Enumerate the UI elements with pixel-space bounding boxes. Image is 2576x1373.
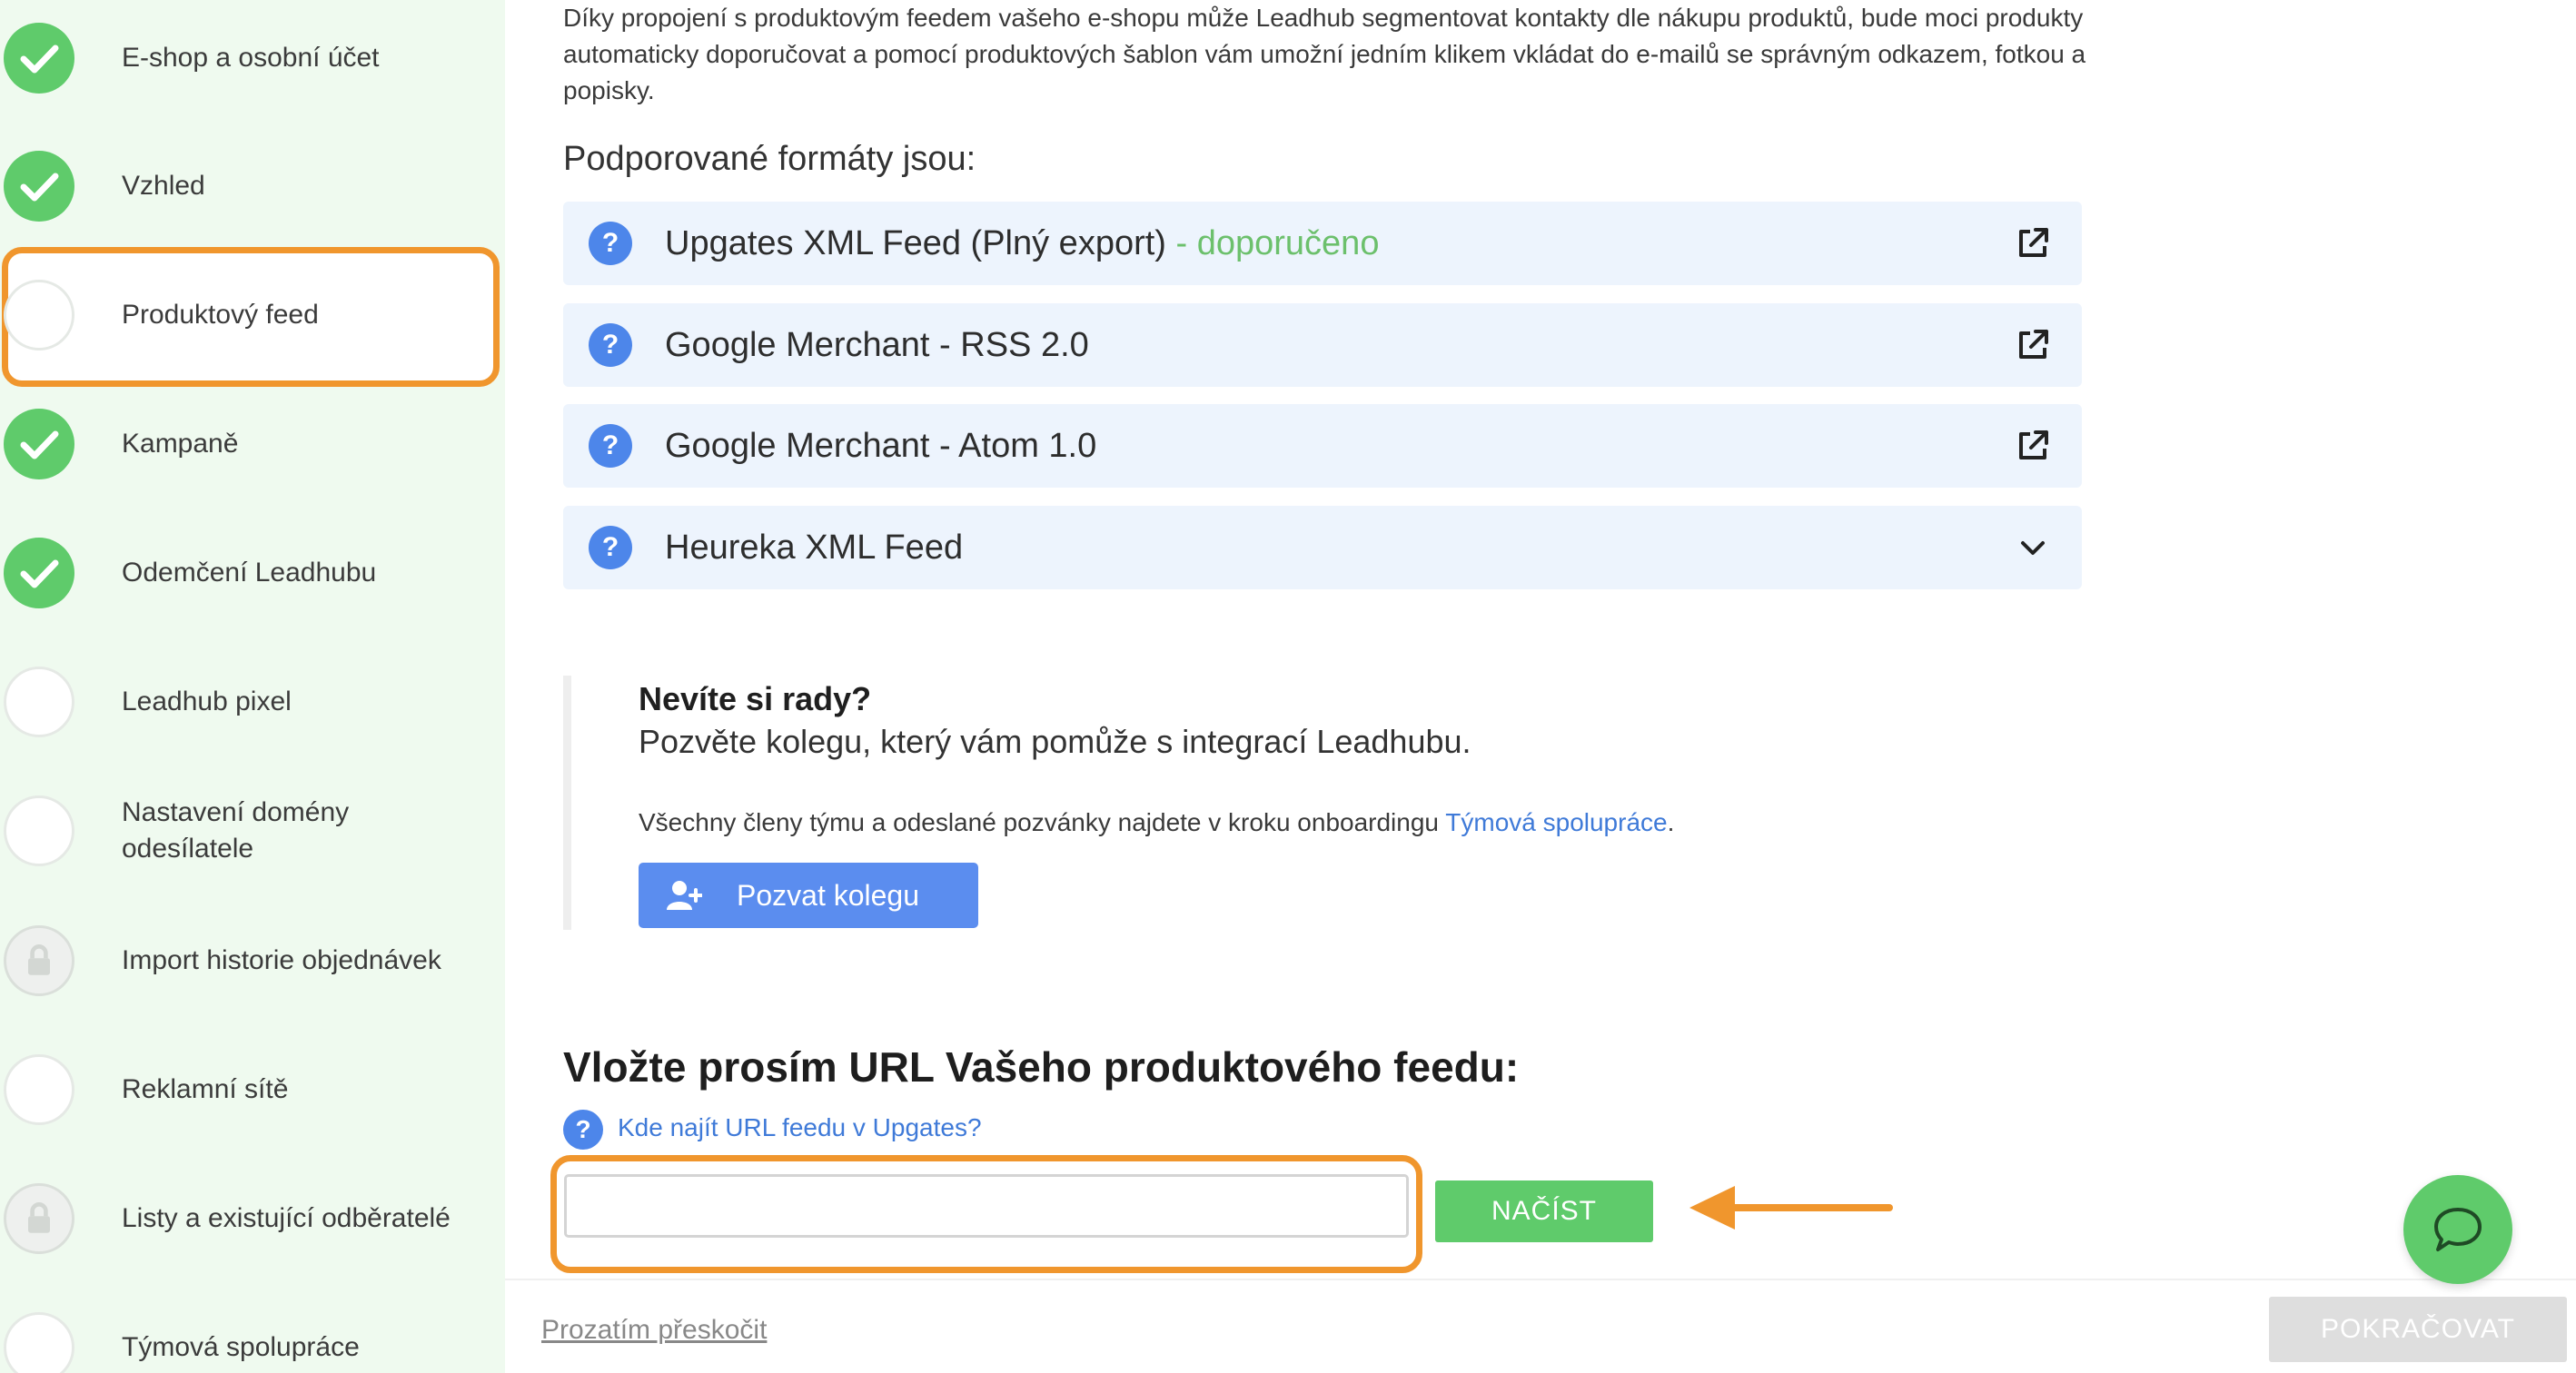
recommended-tag: - doporučeno <box>1165 224 1380 262</box>
sidebar-item-import[interactable]: Import historie objednávek <box>0 906 505 1015</box>
sidebar-item-pixel[interactable]: Leadhub pixel <box>0 647 505 756</box>
tip-note-suffix: . <box>1667 808 1675 836</box>
skip-link[interactable]: Prozatím přeskočit <box>541 1315 767 1346</box>
add-user-icon <box>667 881 702 910</box>
sidebar-item-tymova[interactable]: Týmová spolupráce <box>0 1293 505 1373</box>
sidebar-item-odemceni[interactable]: Odemčení Leadhubu <box>0 519 505 627</box>
url-input-highlight <box>550 1155 1422 1273</box>
sidebar-item-label: Vzhled <box>122 171 205 201</box>
sidebar-item-label: Leadhub pixel <box>122 686 292 716</box>
check-icon <box>4 538 74 608</box>
url-section-title: Vložte prosím URL Vašeho produktového fe… <box>563 1043 1520 1091</box>
sidebar-item-label: Produktový feed <box>122 300 319 330</box>
external-link-icon[interactable] <box>2015 327 2051 363</box>
check-icon <box>4 409 74 479</box>
tip-note: Všechny členy týmu a odeslané pozvánky n… <box>639 808 1674 837</box>
question-icon[interactable]: ? <box>589 526 632 569</box>
sidebar-item-reklamni-site[interactable]: Reklamní sítě <box>0 1035 505 1144</box>
feed-url-input[interactable] <box>564 1174 1409 1238</box>
sidebar-item-label: Odemčení Leadhubu <box>122 558 377 588</box>
format-name: Google Merchant - RSS 2.0 <box>665 326 1089 364</box>
empty-circle-icon <box>4 1312 74 1373</box>
check-icon <box>4 23 74 94</box>
sidebar-item-vzhled[interactable]: Vzhled <box>0 132 505 241</box>
external-link-icon[interactable] <box>2015 225 2051 262</box>
sidebar-item-label: E-shop a osobní účet <box>122 43 380 73</box>
invite-colleague-box: Nevíte si rady? Pozvěte kolegu, který vá… <box>563 676 1744 930</box>
format-name: Heureka XML Feed <box>665 528 964 567</box>
format-heureka[interactable]: ? Heureka XML Feed <box>563 506 2082 589</box>
arrow-left-icon <box>1689 1186 1893 1230</box>
chevron-down-icon[interactable] <box>2015 529 2051 566</box>
chat-bubble-icon <box>2434 1208 2482 1251</box>
invite-button-label: Pozvat kolegu <box>737 879 920 912</box>
empty-circle-icon <box>4 795 74 866</box>
chat-button[interactable] <box>2403 1175 2512 1284</box>
sidebar-item-listy[interactable]: Listy a existující odběratelé <box>0 1164 505 1273</box>
format-name: Upgates XML Feed (Plný export) <box>665 224 1166 262</box>
sidebar-item-label: Týmová spolupráce <box>122 1332 360 1362</box>
question-icon[interactable]: ? <box>589 222 632 265</box>
sidebar-item-eshop[interactable]: E-shop a osobní účet <box>0 4 505 113</box>
continue-button[interactable]: POKRAČOVAT <box>2269 1297 2567 1362</box>
external-link-icon[interactable] <box>2015 428 2051 464</box>
empty-circle-icon <box>4 280 74 351</box>
check-icon <box>4 151 74 222</box>
team-collab-link[interactable]: Týmová spolupráce <box>1445 808 1667 836</box>
intro-text: Díky propojení s produktovým feedem vaše… <box>563 4 2086 104</box>
question-icon[interactable]: ? <box>563 1110 603 1150</box>
sidebar-item-produktovy-feed[interactable]: Produktový feed <box>0 261 505 370</box>
sidebar-item-label: Import historie objednávek <box>122 945 441 975</box>
invite-colleague-button[interactable]: Pozvat kolegu <box>639 863 978 928</box>
tip-note-text: Všechny členy týmu a odeslané pozvánky n… <box>639 808 1446 836</box>
format-name: Google Merchant - Atom 1.0 <box>665 427 1097 465</box>
feed-url-help-link[interactable]: Kde najít URL feedu v Upgates? <box>618 1113 982 1142</box>
tip-subtitle: Pozvěte kolegu, který vám pomůže s integ… <box>639 723 1471 760</box>
format-google-rss[interactable]: ? Google Merchant - RSS 2.0 <box>563 303 2082 387</box>
sidebar-item-label: Kampaně <box>122 429 239 459</box>
sidebar-item-kampane[interactable]: Kampaně <box>0 390 505 499</box>
question-icon[interactable]: ? <box>589 424 632 468</box>
tip-title: Nevíte si rady? <box>639 680 872 717</box>
sidebar-item-domena[interactable]: Nastavení domény odesílatele <box>0 776 505 885</box>
question-icon[interactable]: ? <box>589 323 632 367</box>
lock-icon <box>4 925 74 996</box>
sidebar-item-label: Listy a existující odběratelé <box>122 1203 451 1233</box>
sidebar-item-label: Nastavení domény odesílatele <box>122 797 350 864</box>
format-upgates-xml[interactable]: ? Upgates XML Feed (Plný export) - dopor… <box>563 202 2082 285</box>
bottom-action-bar: Prozatím přeskočit POKRAČOVAT <box>505 1279 2576 1373</box>
formats-title: Podporované formáty jsou: <box>563 140 976 178</box>
onboarding-sidebar: E-shop a osobní účet Vzhled Produktový f… <box>0 0 505 1373</box>
sidebar-item-label: Reklamní sítě <box>122 1074 289 1104</box>
empty-circle-icon <box>4 667 74 737</box>
lock-icon <box>4 1183 74 1254</box>
load-button[interactable]: NAČÍST <box>1435 1180 1653 1242</box>
empty-circle-icon <box>4 1054 74 1125</box>
format-google-atom[interactable]: ? Google Merchant - Atom 1.0 <box>563 404 2082 488</box>
